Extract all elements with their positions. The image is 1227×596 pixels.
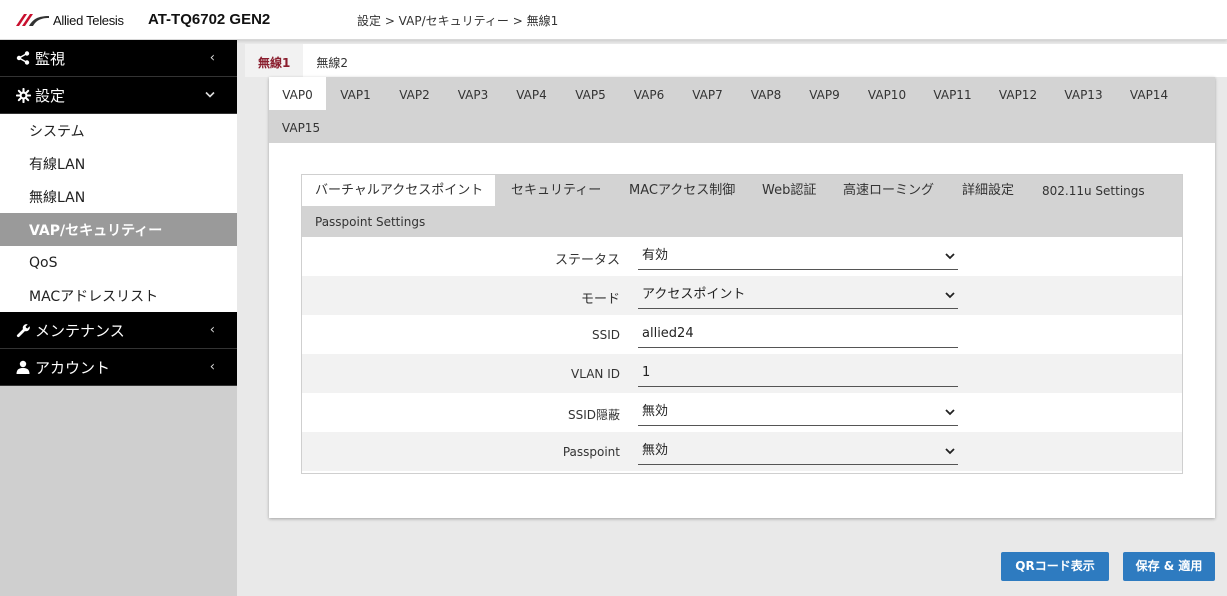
ssid-label: SSID <box>591 328 620 342</box>
chevron-down-icon <box>205 88 215 103</box>
vlan-id-label: VLAN ID <box>571 367 620 381</box>
settings-box: バーチャルアクセスポイント セキュリティー MACアクセス制御 Web認証 高速… <box>301 174 1183 474</box>
tab-vap14[interactable]: VAP14 <box>1116 77 1182 110</box>
tab-radio-1[interactable]: 無線1 <box>245 44 304 77</box>
logo-mark-icon <box>16 14 49 26</box>
sidebar-item-qos[interactable]: QoS <box>0 246 237 279</box>
tab-passpoint-settings[interactable]: Passpoint Settings <box>315 206 425 237</box>
form-row-status: ステータス 有効 <box>302 237 1182 276</box>
tab-vap3[interactable]: VAP3 <box>444 77 502 110</box>
top-header: Allied Telesis AT-TQ6702 GEN2 設定 > VAP/セ… <box>0 0 1227 40</box>
tab-vap8[interactable]: VAP8 <box>737 77 795 110</box>
sidebar-item-mac-address-list[interactable]: MACアドレスリスト <box>0 279 237 312</box>
sidebar-item-label: メンテナンス <box>35 321 125 340</box>
radio-tabs: 無線1 無線2 <box>245 44 1227 77</box>
chevron-down-icon <box>945 409 955 416</box>
ssid-input[interactable]: allied24 <box>638 321 958 348</box>
breadcrumb: 設定 > VAP/セキュリティー > 無線1 <box>357 14 559 28</box>
save-apply-button[interactable]: 保存 & 適用 <box>1123 552 1215 581</box>
tab-web-auth[interactable]: Web認証 <box>762 175 816 206</box>
settings-tabs: バーチャルアクセスポイント セキュリティー MACアクセス制御 Web認証 高速… <box>302 175 1182 237</box>
sidebar-item-system[interactable]: システム <box>0 114 237 147</box>
form-row-vlan-id: VLAN ID 1 <box>302 354 1182 393</box>
tab-mac-access-control[interactable]: MACアクセス制御 <box>629 175 735 206</box>
sidebar-item-wired-lan[interactable]: 有線LAN <box>0 147 237 180</box>
chevron-left-icon: ‹ <box>209 50 215 66</box>
tab-vap10[interactable]: VAP10 <box>854 77 920 110</box>
share-icon <box>14 51 32 65</box>
vlan-id-value: 1 <box>642 365 651 380</box>
chevron-down-icon <box>945 448 955 455</box>
tab-80211u-settings[interactable]: 802.11u Settings <box>1042 175 1145 206</box>
form-row-ssid-hidden: SSID隠蔽 無効 <box>302 393 1182 432</box>
tab-vap6[interactable]: VAP6 <box>620 77 678 110</box>
qr-code-button[interactable]: QRコード表示 <box>1001 552 1109 581</box>
sidebar-item-maintenance[interactable]: メンテナンス ‹ <box>0 312 237 349</box>
ssid-hidden-value: 無効 <box>642 404 669 419</box>
main-content: 無線1 無線2 VAP0 VAP1 VAP2 VAP3 VAP4 VAP5 VA… <box>237 40 1227 596</box>
sidebar-item-wireless-lan[interactable]: 無線LAN <box>0 180 237 213</box>
tab-vap11[interactable]: VAP11 <box>920 77 985 110</box>
sidebar-item-label: アカウント <box>35 358 111 377</box>
tab-vap0[interactable]: VAP0 <box>269 77 326 110</box>
logo-text: Allied Telesis <box>53 12 124 28</box>
sidebar-item-account[interactable]: アカウント ‹ <box>0 349 237 386</box>
tab-vap9[interactable]: VAP9 <box>795 77 854 110</box>
tab-radio-2[interactable]: 無線2 <box>303 44 361 77</box>
sidebar-item-settings[interactable]: 設定 <box>0 77 237 114</box>
tab-vap15[interactable]: VAP15 <box>269 110 333 143</box>
sidebar-item-label: 設定 <box>35 86 66 105</box>
chevron-down-icon <box>945 253 955 260</box>
sidebar-item-label: 監視 <box>35 49 66 68</box>
tab-vap2[interactable]: VAP2 <box>385 77 444 110</box>
form-row-mode: モード アクセスポイント <box>302 276 1182 315</box>
tab-vap13[interactable]: VAP13 <box>1051 77 1116 110</box>
form-row-passpoint: Passpoint 無効 <box>302 432 1182 471</box>
passpoint-label: Passpoint <box>562 445 620 459</box>
sidebar-item-vap-security[interactable]: VAP/セキュリティー <box>0 213 237 246</box>
gear-icon <box>14 87 32 103</box>
mode-select[interactable]: アクセスポイント <box>638 282 958 309</box>
sidebar-item-monitor[interactable]: 監視 ‹ <box>0 40 237 77</box>
mode-label: モード <box>580 292 620 307</box>
tab-advanced-settings[interactable]: 詳細設定 <box>962 175 1014 206</box>
tab-vap4[interactable]: VAP4 <box>502 77 561 110</box>
tab-virtual-access-point[interactable]: バーチャルアクセスポイント <box>302 175 495 206</box>
allied-telesis-logo[interactable]: Allied Telesis <box>16 12 124 28</box>
sidebar: 監視 ‹ 設定 システム 有線LAN 無線LAN VAP/セキュリティー QoS… <box>0 40 237 596</box>
tab-vap7[interactable]: VAP7 <box>678 77 737 110</box>
ssid-value: allied24 <box>642 326 694 341</box>
tab-fast-roaming[interactable]: 高速ローミング <box>843 175 934 206</box>
status-label: ステータス <box>554 253 620 268</box>
vlan-id-input[interactable]: 1 <box>638 360 958 387</box>
passpoint-value: 無効 <box>642 443 669 458</box>
chevron-left-icon: ‹ <box>209 359 215 375</box>
chevron-down-icon <box>945 292 955 299</box>
tab-vap5[interactable]: VAP5 <box>561 77 620 110</box>
form-row-ssid: SSID allied24 <box>302 315 1182 354</box>
chevron-left-icon: ‹ <box>209 322 215 338</box>
tab-vap1[interactable]: VAP1 <box>326 77 385 110</box>
tab-security[interactable]: セキュリティー <box>511 175 601 206</box>
passpoint-select[interactable]: 無効 <box>638 438 958 465</box>
status-value: 有効 <box>642 248 669 263</box>
wrench-icon <box>14 323 32 338</box>
vap-panel: VAP0 VAP1 VAP2 VAP3 VAP4 VAP5 VAP6 VAP7 … <box>269 77 1215 518</box>
ssid-hidden-label: SSID隠蔽 <box>567 408 620 422</box>
status-select[interactable]: 有効 <box>638 243 958 270</box>
vap-tabs: VAP0 VAP1 VAP2 VAP3 VAP4 VAP5 VAP6 VAP7 … <box>269 77 1215 143</box>
user-icon <box>14 360 32 374</box>
tab-vap12[interactable]: VAP12 <box>985 77 1051 110</box>
mode-value: アクセスポイント <box>642 287 746 302</box>
device-model: AT-TQ6702 GEN2 <box>148 11 271 28</box>
ssid-hidden-select[interactable]: 無効 <box>638 399 958 426</box>
